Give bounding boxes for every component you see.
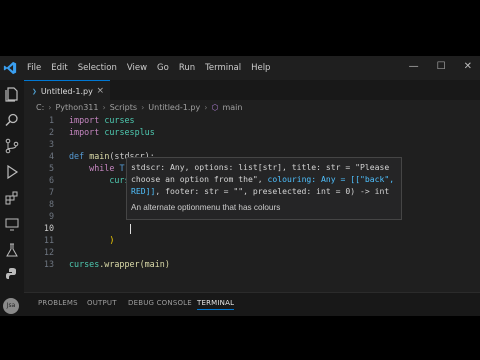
- python-icon[interactable]: [4, 266, 20, 282]
- code-line: 1 import curses: [24, 114, 480, 126]
- breadcrumb: C: › Python311 › Scripts › Untitled-1.py › ⬡…: [36, 100, 242, 114]
- extensions-icon[interactable]: [4, 190, 20, 206]
- code-line: 13 curses.wrapper(main): [24, 258, 480, 270]
- breadcrumb-separator-icon: ›: [48, 102, 52, 112]
- line-number: 9: [48, 211, 54, 221]
- line-number: 2: [48, 127, 54, 137]
- tab-output[interactable]: OUTPUT: [87, 299, 117, 307]
- search-icon[interactable]: [4, 112, 20, 128]
- closing-bracket: ): [109, 235, 115, 245]
- function-name: main: [89, 151, 110, 161]
- code-line: 2 import cursesplus: [24, 126, 480, 138]
- module-name: curses: [104, 115, 135, 125]
- keyword: import: [69, 127, 100, 137]
- breadcrumb-python311[interactable]: Python311: [55, 103, 98, 112]
- line-number: 4: [48, 151, 54, 161]
- activity-bar: [0, 80, 24, 316]
- line-number: 7: [48, 187, 54, 197]
- function-docstring: An alternate optionmenu that has colours: [131, 203, 281, 212]
- code-line: 11 ): [24, 234, 480, 246]
- menu-terminal[interactable]: Terminal: [205, 63, 241, 73]
- vscode-logo-icon: [3, 61, 17, 75]
- menu-go[interactable]: Go: [157, 63, 169, 73]
- breadcrumb-separator-icon: ›: [204, 102, 208, 112]
- line-number: 1: [48, 115, 54, 125]
- line-number: 3: [48, 139, 54, 149]
- tab-problems[interactable]: PROBLEMS: [38, 299, 78, 307]
- tab-untitled-1[interactable]: ❯ Untitled-1.py ×: [24, 80, 110, 101]
- line-number: 10: [43, 223, 54, 233]
- active-parameter: colouring: Any = [["back",: [267, 174, 395, 184]
- breadcrumb-main[interactable]: main: [222, 103, 242, 112]
- module-name: cursesplus: [104, 127, 155, 137]
- breadcrumb-file[interactable]: Untitled-1.py: [148, 103, 200, 112]
- close-window-icon[interactable]: ✕: [464, 61, 472, 72]
- signature-text: , footer: str = "", preselected: int = 0…: [155, 186, 390, 196]
- explorer-icon[interactable]: [4, 86, 20, 102]
- code-text: .wrapper(main): [99, 259, 170, 269]
- breadcrumb-scripts[interactable]: Scripts: [110, 103, 137, 112]
- text-cursor: [129, 223, 131, 234]
- source-control-icon[interactable]: [4, 138, 20, 154]
- code-line: 12: [24, 246, 480, 258]
- breadcrumb-separator-icon: ›: [141, 102, 145, 112]
- menu-file[interactable]: File: [27, 63, 41, 73]
- line-number: 5: [48, 163, 54, 173]
- signature-text: choose an option from the",: [131, 174, 268, 184]
- keyword: import: [69, 115, 100, 125]
- video-frame: File Edit Selection View Go Run Terminal…: [0, 0, 480, 360]
- bottom-panel: PROBLEMS OUTPUT DEBUG CONSOLE TERMINAL: [24, 292, 480, 316]
- line-number: 11: [43, 235, 54, 245]
- function-signature: stdscr: Any, options: list[str], title: …: [131, 161, 399, 197]
- code-line: 10: [24, 222, 480, 234]
- minimize-icon[interactable]: —: [409, 61, 419, 72]
- python-file-icon: ❯: [32, 86, 37, 96]
- breadcrumb-symbol-icon: ⬡: [211, 102, 219, 112]
- maximize-icon[interactable]: ☐: [437, 61, 446, 72]
- menu-help[interactable]: Help: [251, 63, 270, 73]
- line-number: 13: [43, 259, 54, 269]
- remote-explorer-icon[interactable]: [4, 216, 20, 232]
- breadcrumb-separator-icon: ›: [102, 102, 106, 112]
- hover-tooltip: stdscr: Any, options: list[str], title: …: [126, 157, 402, 220]
- menu-selection[interactable]: Selection: [78, 63, 117, 73]
- close-tab-icon[interactable]: ×: [96, 86, 104, 96]
- tab-label: Untitled-1.py: [40, 86, 93, 96]
- menu-view[interactable]: View: [127, 63, 147, 73]
- menu-bar: File Edit Selection View Go Run Terminal…: [0, 56, 480, 80]
- run-debug-icon[interactable]: [4, 164, 20, 180]
- tab-debug-console[interactable]: DEBUG CONSOLE: [128, 299, 192, 307]
- keyword: def: [69, 151, 85, 161]
- breadcrumb-drive[interactable]: C:: [36, 103, 44, 112]
- editor-tab-bar: ❯ Untitled-1.py ×: [24, 80, 480, 101]
- signature-text: stdscr: Any, options: list[str], title: …: [131, 162, 390, 172]
- active-parameter: RED]]: [131, 186, 156, 196]
- line-number: 12: [43, 247, 54, 257]
- line-number: 6: [48, 175, 54, 185]
- code-line: 3: [24, 138, 480, 150]
- tab-terminal[interactable]: TERMINAL: [197, 299, 235, 310]
- line-number: 8: [48, 199, 54, 209]
- menu-edit[interactable]: Edit: [51, 63, 67, 73]
- avatar[interactable]: Jsa: [3, 298, 19, 314]
- keyword: while: [89, 163, 115, 173]
- menu-run[interactable]: Run: [179, 63, 195, 73]
- testing-icon[interactable]: [4, 242, 20, 258]
- module-name: curses: [69, 259, 100, 269]
- window-controls: — ☐ ✕: [409, 61, 472, 72]
